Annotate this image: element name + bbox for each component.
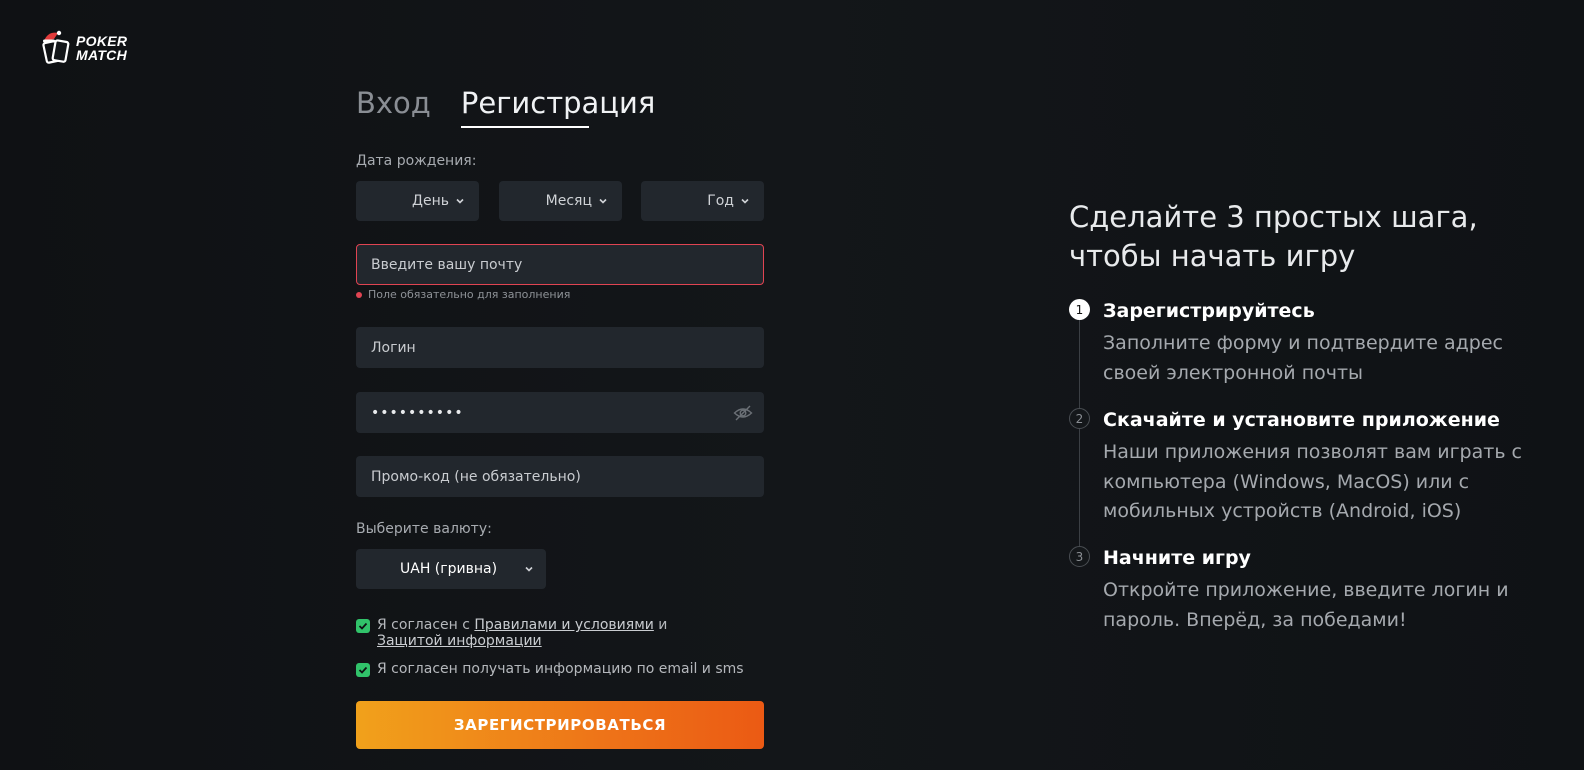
promo-placeholder: Промо-код (не обязательно) [371, 468, 581, 485]
marketing-agreement: Я согласен получать информацию по email … [356, 661, 744, 677]
step-number-2: 2 [1069, 408, 1090, 429]
login-field[interactable]: Логин [356, 327, 764, 368]
terms-and: и [653, 617, 668, 633]
terms-checkbox[interactable] [356, 619, 370, 633]
steps-title: Сделайте 3 простых шага, чтобы начать иг… [1069, 200, 1478, 273]
eye-off-icon[interactable] [733, 404, 753, 422]
privacy-link[interactable]: Защитой информации [377, 633, 542, 649]
chevron-down-icon [741, 198, 749, 204]
step-number-1: 1 [1069, 299, 1090, 320]
chevron-down-icon [599, 198, 607, 204]
santa-hat-icon [43, 30, 62, 43]
error-dot-icon [356, 291, 362, 298]
email-field[interactable]: Введите вашу почту [356, 244, 764, 285]
year-select[interactable]: Год [641, 181, 764, 221]
step-desc-2: Наши приложения позволят вам играть с ко… [1103, 441, 1523, 522]
step-desc-3: Откройте приложение, введите логин и пар… [1103, 579, 1509, 631]
month-select-value: Месяц [545, 193, 592, 209]
steps-timeline [1079, 320, 1080, 556]
terms-agreement: Я согласен с Правилами и условиями и Защ… [356, 617, 667, 649]
step-number-3: 3 [1069, 546, 1090, 567]
password-value: •••••••••• [371, 404, 464, 421]
day-select-value: День [412, 193, 449, 209]
chevron-down-icon [456, 198, 464, 204]
auth-tabs: Вход Регистрация [356, 86, 655, 128]
step-desc-1: Заполните форму и подтвердите адрес свое… [1103, 332, 1503, 384]
year-select-value: Год [707, 193, 734, 209]
password-field[interactable]: •••••••••• [356, 392, 764, 433]
chevron-down-icon [525, 566, 533, 572]
tab-login[interactable]: Вход [356, 86, 431, 126]
step-title-2: Скачайте и установите приложение [1103, 409, 1500, 431]
email-placeholder: Введите вашу почту [371, 256, 523, 273]
promo-code-field[interactable]: Промо-код (не обязательно) [356, 456, 764, 497]
check-icon [358, 666, 368, 674]
step-title-1: Зарегистрируйтесь [1103, 300, 1315, 322]
tab-register[interactable]: Регистрация [460, 86, 655, 128]
currency-select-value: UAH (гривна) [400, 561, 498, 577]
terms-prefix: Я согласен с [377, 617, 475, 633]
day-select[interactable]: День [356, 181, 479, 221]
register-button[interactable]: ЗАРЕГИСТРИРОВАТЬСЯ [356, 701, 764, 749]
birth-date-label: Дата рождения: [356, 153, 477, 169]
login-placeholder: Логин [371, 339, 416, 356]
check-icon [358, 622, 368, 630]
currency-select[interactable]: UAH (гривна) [356, 549, 546, 589]
email-error-text: Поле обязательно для заполнения [368, 288, 571, 301]
marketing-text: Я согласен получать информацию по email … [377, 661, 744, 677]
brand-logo[interactable]: POKER MATCH [42, 30, 134, 68]
marketing-checkbox[interactable] [356, 663, 370, 677]
email-error-message: Поле обязательно для заполнения [356, 288, 570, 301]
month-select[interactable]: Месяц [499, 181, 622, 221]
terms-text: Я согласен с Правилами и условиями и Защ… [377, 617, 667, 649]
currency-label: Выберите валюту: [356, 521, 492, 537]
logo-text: POKER MATCH [76, 33, 128, 63]
step-title-3: Начните игру [1103, 547, 1251, 569]
rules-link[interactable]: Правилами и условиями [474, 617, 653, 633]
